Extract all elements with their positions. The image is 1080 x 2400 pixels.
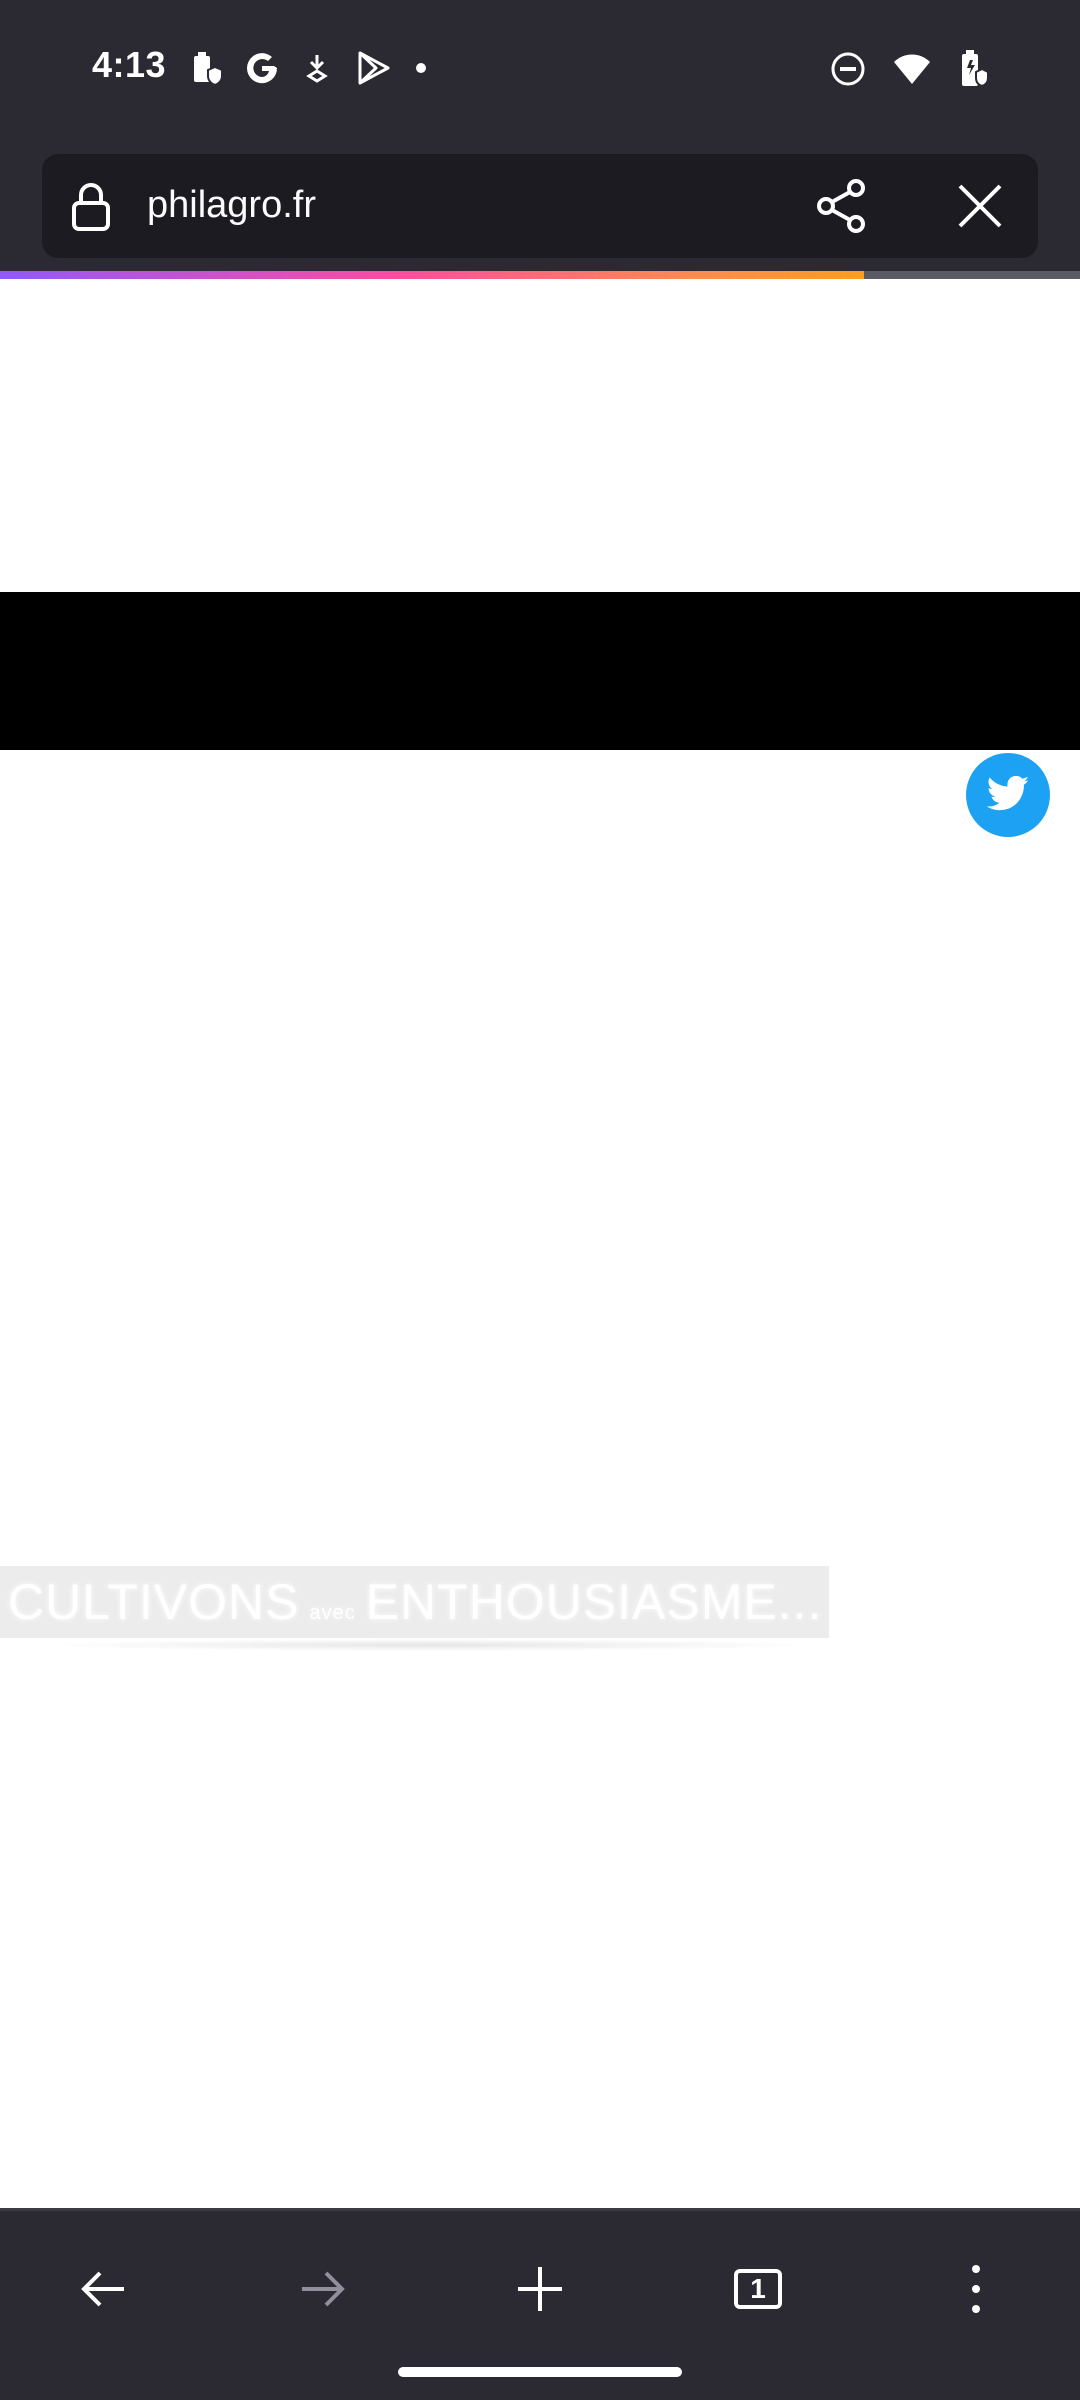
page-load-progress bbox=[0, 271, 1080, 279]
play-store-icon bbox=[354, 49, 392, 87]
plus-icon bbox=[518, 2267, 562, 2311]
banner-word-2: ENTHOUSIASME... bbox=[365, 1574, 823, 1630]
web-content[interactable]: CULTIVONS avec ENTHOUSIASME... bbox=[0, 279, 1080, 2208]
banner-text: CULTIVONS avec ENTHOUSIASME... bbox=[8, 1573, 822, 1631]
banner-word-small: avec bbox=[309, 1602, 356, 1624]
browser-toolbar: philagro.fr bbox=[0, 138, 1080, 271]
tabs-button[interactable]: 1 bbox=[716, 2247, 800, 2331]
forward-button[interactable] bbox=[280, 2247, 364, 2331]
share-icon bbox=[817, 179, 865, 233]
banner-word-1: CULTIVONS bbox=[8, 1574, 300, 1630]
black-header-band bbox=[0, 592, 1080, 750]
arrow-left-icon bbox=[81, 2271, 124, 2307]
dot-icon bbox=[414, 61, 428, 75]
battery-icon bbox=[958, 48, 990, 90]
status-icons-left bbox=[188, 48, 428, 88]
battery-saver-icon bbox=[188, 48, 222, 88]
wifi-icon bbox=[892, 52, 932, 86]
twitter-button[interactable] bbox=[966, 753, 1050, 837]
progress-fill bbox=[0, 271, 864, 279]
back-button[interactable] bbox=[62, 2247, 146, 2331]
close-button[interactable] bbox=[948, 174, 1012, 238]
slogan-banner: CULTIVONS avec ENTHOUSIASME... bbox=[0, 1566, 829, 1638]
download-icon bbox=[302, 51, 332, 85]
close-icon bbox=[958, 184, 1002, 228]
status-icons-right bbox=[830, 48, 990, 90]
tab-count: 1 bbox=[734, 2269, 782, 2309]
do-not-disturb-icon bbox=[830, 51, 866, 87]
new-tab-button[interactable] bbox=[498, 2247, 582, 2331]
google-icon bbox=[244, 50, 280, 86]
twitter-icon bbox=[986, 775, 1029, 811]
banner-shadow bbox=[40, 1639, 820, 1651]
menu-button[interactable] bbox=[934, 2247, 1018, 2331]
bottom-toolbar: 1 bbox=[0, 2208, 1080, 2400]
url-text[interactable]: philagro.fr bbox=[147, 184, 316, 227]
home-indicator[interactable] bbox=[398, 2367, 682, 2377]
share-button[interactable] bbox=[812, 174, 876, 238]
url-bar[interactable]: philagro.fr bbox=[42, 154, 1038, 258]
status-bar: 4:13 bbox=[0, 0, 1080, 138]
lock-icon[interactable] bbox=[70, 181, 112, 238]
status-time: 4:13 bbox=[92, 44, 167, 85]
arrow-right-icon bbox=[302, 2271, 345, 2307]
more-vert-icon bbox=[972, 2265, 980, 2313]
